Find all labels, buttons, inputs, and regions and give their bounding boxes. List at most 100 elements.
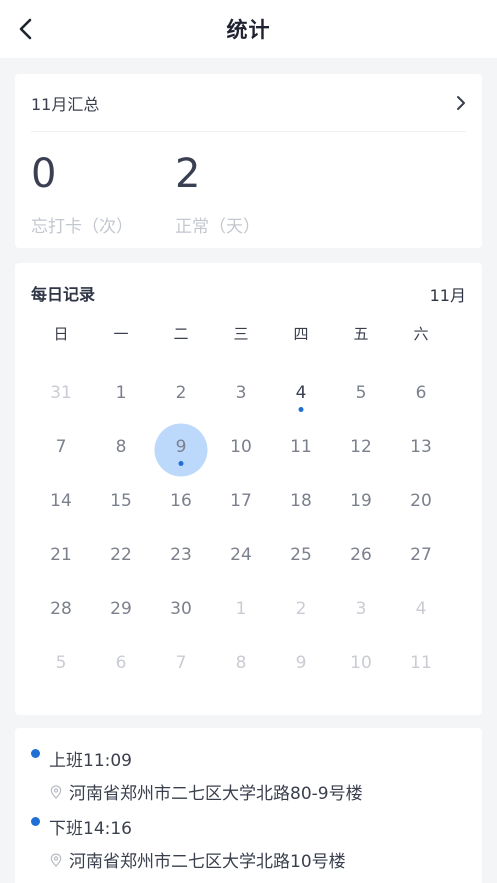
- day-number: 8: [115, 437, 127, 457]
- record-address: 河南省郑州市二七区大学北路80-9号楼: [69, 784, 363, 804]
- day-number: 20: [410, 491, 432, 511]
- summary-card: 11月汇总 0 忘打卡（次） 2 正常（天）: [15, 74, 482, 248]
- calendar-title: 每日记录: [31, 285, 96, 304]
- day-number: 22: [110, 545, 132, 565]
- calendar-day[interactable]: 7: [31, 423, 91, 477]
- day-number: 15: [110, 491, 132, 511]
- calendar-day[interactable]: 7: [151, 639, 211, 693]
- weekday-label: 五: [353, 325, 369, 343]
- day-number: 30: [170, 599, 192, 619]
- calendar-day[interactable]: 1: [211, 585, 271, 639]
- calendar-grid: 31 1 2 3 4 5 6 7 8 9 10 11 12 13 14 15 16 17 18 19 20 21 22 23 2…: [31, 369, 451, 693]
- calendar-day[interactable]: 6: [91, 639, 151, 693]
- stat-normal: 2 正常（天）: [175, 152, 260, 237]
- day-number: 29: [110, 599, 132, 619]
- calendar-day[interactable]: 5: [31, 639, 91, 693]
- weekday-label: 四: [293, 325, 309, 343]
- calendar-day[interactable]: 12: [331, 423, 391, 477]
- stat-normal-value: 2: [175, 151, 201, 197]
- stat-missed-value: 0: [31, 151, 57, 197]
- calendar-day[interactable]: 11: [271, 423, 331, 477]
- day-number: 10: [350, 653, 372, 673]
- day-number: 11: [290, 437, 312, 457]
- day-number: 8: [235, 653, 247, 673]
- day-number: 1: [115, 383, 127, 403]
- calendar-day[interactable]: 19: [331, 477, 391, 531]
- day-number: 19: [350, 491, 372, 511]
- calendar-day[interactable]: 4: [391, 585, 451, 639]
- records-card: 上班11:09 河南省郑州市二七区大学北路80-9号楼 下班14:16 河南省郑…: [15, 728, 482, 883]
- calendar-month[interactable]: 11月: [430, 282, 466, 306]
- calendar-day[interactable]: 31: [31, 369, 91, 423]
- calendar-day[interactable]: 21: [31, 531, 91, 585]
- calendar-day[interactable]: 30: [151, 585, 211, 639]
- day-number: 24: [230, 545, 252, 565]
- record-dot: [31, 749, 40, 758]
- calendar-day[interactable]: 8: [211, 639, 271, 693]
- day-number: 4: [295, 383, 307, 403]
- calendar-day[interactable]: 4: [271, 369, 331, 423]
- day-number: 17: [230, 491, 252, 511]
- day-number: 25: [290, 545, 312, 565]
- header: 统计: [0, 0, 497, 58]
- calendar-day[interactable]: 10: [211, 423, 271, 477]
- calendar-day[interactable]: 5: [331, 369, 391, 423]
- calendar-card: 每日记录 11月 日一二三四五六 31 1 2 3 4 5 6 7 8 9 10 11 12 13 14 15…: [15, 263, 482, 715]
- stat-missed-label: 忘打卡（次）: [31, 217, 133, 237]
- calendar-day[interactable]: 2: [271, 585, 331, 639]
- day-number: 2: [175, 383, 187, 403]
- calendar-day[interactable]: 15: [91, 477, 151, 531]
- calendar-day-selected[interactable]: 9: [151, 423, 211, 477]
- calendar-day[interactable]: 10: [331, 639, 391, 693]
- calendar-day[interactable]: 8: [91, 423, 151, 477]
- calendar-day[interactable]: 18: [271, 477, 331, 531]
- calendar-day[interactable]: 1: [91, 369, 151, 423]
- day-number: 12: [350, 437, 372, 457]
- calendar-day[interactable]: 6: [391, 369, 451, 423]
- day-number: 7: [55, 437, 67, 457]
- record-item: 下班14:16 河南省郑州市二七区大学北路10号楼: [31, 814, 346, 872]
- calendar-day[interactable]: 22: [91, 531, 151, 585]
- calendar-day[interactable]: 24: [211, 531, 271, 585]
- calendar-day[interactable]: 27: [391, 531, 451, 585]
- weekday-label: 日: [53, 325, 69, 343]
- back-button[interactable]: [12, 15, 40, 43]
- calendar-day[interactable]: 26: [331, 531, 391, 585]
- day-number: 16: [170, 491, 192, 511]
- location-pin-icon: [50, 784, 62, 799]
- calendar-day[interactable]: 13: [391, 423, 451, 477]
- day-number: 6: [115, 653, 127, 673]
- calendar-day[interactable]: 17: [211, 477, 271, 531]
- chevron-left-icon: [19, 18, 32, 40]
- calendar-day[interactable]: 3: [331, 585, 391, 639]
- day-number: 6: [415, 383, 427, 403]
- day-number: 7: [175, 653, 187, 673]
- calendar-day[interactable]: 14: [31, 477, 91, 531]
- weekday-label: 三: [233, 325, 249, 343]
- day-number: 3: [235, 383, 247, 403]
- calendar-day[interactable]: 11: [391, 639, 451, 693]
- day-number: 31: [50, 383, 72, 403]
- day-number: 18: [290, 491, 312, 511]
- weekday-header: 日一二三四五六: [31, 323, 451, 344]
- day-number: 1: [235, 599, 247, 619]
- weekday-label: 一: [113, 325, 129, 343]
- day-number: 11: [410, 653, 432, 673]
- calendar-day[interactable]: 3: [211, 369, 271, 423]
- weekday-label: 六: [413, 325, 429, 343]
- calendar-day[interactable]: 20: [391, 477, 451, 531]
- calendar-day[interactable]: 2: [151, 369, 211, 423]
- calendar-day[interactable]: 28: [31, 585, 91, 639]
- page-title: 统计: [226, 18, 271, 42]
- calendar-day[interactable]: 16: [151, 477, 211, 531]
- location-pin-icon: [50, 852, 62, 867]
- calendar-day[interactable]: 25: [271, 531, 331, 585]
- calendar-day[interactable]: 9: [271, 639, 331, 693]
- day-number: 13: [410, 437, 432, 457]
- record-dot: [31, 817, 40, 826]
- day-number: 4: [415, 599, 427, 619]
- calendar-day[interactable]: 29: [91, 585, 151, 639]
- calendar-day[interactable]: 23: [151, 531, 211, 585]
- day-number: 3: [355, 599, 367, 619]
- summary-header[interactable]: 11月汇总: [31, 74, 466, 132]
